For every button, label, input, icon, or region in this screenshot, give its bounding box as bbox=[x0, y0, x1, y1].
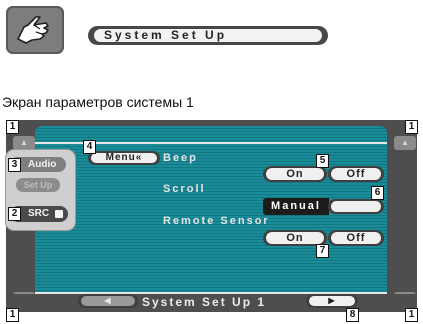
right-arrow-icon: ▶ bbox=[309, 296, 355, 306]
scroll-manual-button[interactable]: Manual bbox=[263, 198, 329, 215]
beep-label: Beep bbox=[163, 152, 198, 164]
remote-off-button[interactable]: Off bbox=[328, 230, 384, 246]
callout-marker: 3 bbox=[8, 158, 21, 172]
callout-marker: 2 bbox=[8, 207, 21, 221]
next-page-button[interactable]: ▶ bbox=[306, 294, 358, 308]
hand-icon-box bbox=[6, 6, 64, 54]
up-arrow-icon: ▲ bbox=[401, 138, 409, 147]
callout-marker: 4 bbox=[83, 140, 96, 154]
footer-page-title: System Set Up 1 bbox=[142, 295, 267, 309]
menu-label: Menu« bbox=[91, 153, 157, 163]
screen-caption: Экран параметров системы 1 bbox=[2, 94, 194, 110]
callout-marker: 8 bbox=[346, 308, 359, 322]
callout-marker: 7 bbox=[316, 244, 329, 258]
callout-marker: 1 bbox=[405, 308, 418, 322]
scroll-auto-button[interactable] bbox=[328, 199, 384, 214]
up-arrow-icon: ▲ bbox=[20, 138, 28, 147]
remote-sensor-label: Remote Sensor bbox=[163, 215, 270, 227]
callout-marker: 5 bbox=[316, 154, 329, 168]
callout-marker: 6 bbox=[371, 186, 384, 200]
return-arrow-icon bbox=[55, 210, 63, 218]
callout-marker: 1 bbox=[6, 308, 19, 322]
beep-on-label: On bbox=[266, 168, 324, 180]
scroll-auto-blank bbox=[331, 201, 381, 212]
title-pill: System Set Up bbox=[88, 26, 328, 45]
callout-marker: 1 bbox=[405, 120, 418, 134]
scroll-up-button-left[interactable]: ▲ bbox=[13, 136, 35, 150]
src-label: SRC bbox=[28, 208, 50, 219]
beep-off-button[interactable]: Off bbox=[328, 166, 384, 182]
beep-off-label: Off bbox=[331, 168, 381, 180]
menu-button[interactable]: Menu« bbox=[88, 151, 160, 165]
prev-page-button[interactable]: ◀ bbox=[78, 294, 138, 308]
setup-button[interactable]: Set Up bbox=[16, 178, 60, 192]
scroll-up-button-right[interactable]: ▲ bbox=[394, 136, 416, 150]
remote-on-label: On bbox=[266, 232, 324, 244]
scroll-label: Scroll bbox=[163, 183, 206, 195]
pointing-hand-icon bbox=[17, 16, 49, 44]
left-arrow-icon: ◀ bbox=[81, 296, 135, 306]
beep-on-button[interactable]: On bbox=[263, 166, 327, 182]
remote-off-label: Off bbox=[331, 232, 381, 244]
page-title: System Set Up bbox=[94, 29, 322, 42]
callout-marker: 1 bbox=[6, 120, 19, 134]
